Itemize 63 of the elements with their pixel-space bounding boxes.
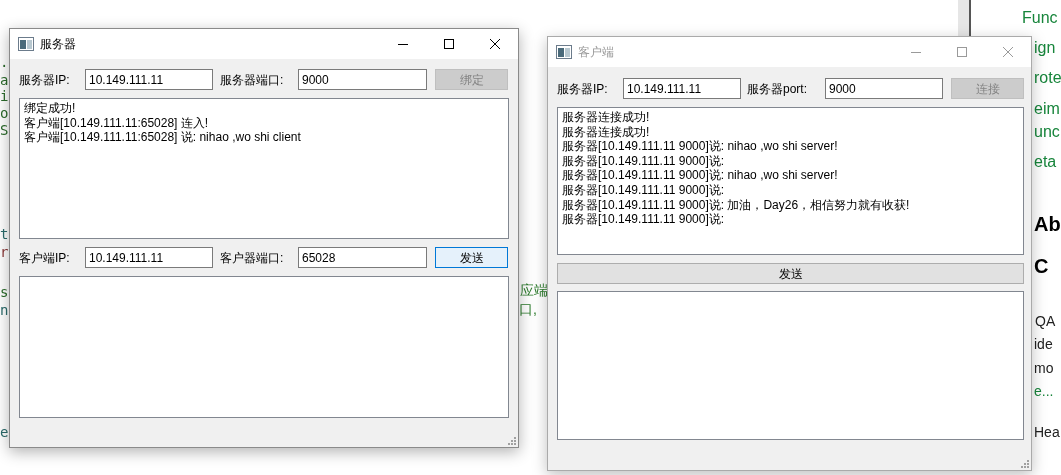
field-label: 客户端IP: xyxy=(19,249,71,267)
message-input[interactable] xyxy=(19,276,509,418)
code-fragment: e xyxy=(0,423,9,442)
window-title: 服务器 xyxy=(40,36,76,53)
code-fragment: r xyxy=(0,243,9,262)
log-line: 服务器[10.149.111.11 9000]说: xyxy=(562,182,726,198)
log-line: 客户端[10.149.111.11:65028] 说: nihao ,wo shi client xyxy=(24,130,302,145)
doc-link[interactable]: Func xyxy=(1022,6,1058,30)
message-input[interactable] xyxy=(557,291,1024,440)
input-field[interactable]: 9000 xyxy=(825,78,943,99)
resize-grip-icon[interactable] xyxy=(1021,460,1029,468)
input-field[interactable]: 9000 xyxy=(298,69,427,90)
log-line: 服务器连接成功! xyxy=(562,124,651,140)
log-line: 服务器连接成功! xyxy=(562,110,651,125)
field-label: 服务器port: xyxy=(747,80,808,98)
doc-heading: C xyxy=(1034,256,1049,276)
log-line: 服务器[10.149.111.11 9000]说: xyxy=(562,153,726,169)
code-fragment: 口, xyxy=(519,300,537,319)
code-fragment: t xyxy=(0,225,9,244)
log-line: 服务器[10.149.111.11 9000]说: nihao ,wo shi server! xyxy=(562,139,839,154)
doc-link[interactable]: ign xyxy=(1034,36,1056,60)
code-fragment: s xyxy=(0,283,9,302)
code-fragment: 应端 xyxy=(520,281,548,300)
doc-text: mo xyxy=(1034,359,1054,378)
resize-grip-icon[interactable] xyxy=(508,437,516,445)
code-fragment: S xyxy=(0,121,9,140)
close-icon[interactable] xyxy=(490,39,500,49)
doc-link[interactable]: eta xyxy=(1034,150,1057,174)
input-field[interactable]: 65028 xyxy=(298,247,427,268)
log-line: 服务器[10.149.111.11 9000]说: 加油，Day26，相信努力就有收获! xyxy=(562,197,911,213)
code-fragment: . xyxy=(0,53,9,72)
doc-heading: Ab xyxy=(1034,214,1061,234)
field-label: 服务器端口: xyxy=(220,71,285,89)
doc-text: ide xyxy=(1034,335,1053,354)
input-field[interactable]: 10.149.111.11 xyxy=(85,69,213,90)
field-label: 客户器端口: xyxy=(220,249,285,267)
maximize-icon[interactable] xyxy=(444,39,454,49)
doc-text: QA xyxy=(1035,312,1056,331)
button[interactable]: 发送 xyxy=(435,247,508,268)
doc-link[interactable]: rote xyxy=(1034,66,1061,90)
button: 绑定 xyxy=(435,69,508,90)
field-label: 服务器IP: xyxy=(557,80,609,98)
doc-text: Hea xyxy=(1034,423,1060,442)
button[interactable]: 发送 xyxy=(557,263,1024,284)
doc-link[interactable]: unc xyxy=(1034,120,1060,144)
code-fragment: a xyxy=(0,71,9,90)
code-fragment: i xyxy=(0,87,9,106)
code-fragment: n xyxy=(0,301,9,320)
input-field[interactable]: 10.149.111.11 xyxy=(623,78,741,99)
app-window-icon xyxy=(18,37,34,51)
log-line: 服务器[10.149.111.11 9000]说: xyxy=(562,212,726,227)
log-line: 客户端[10.149.111.11:65028] 连入! xyxy=(24,115,210,131)
input-field[interactable]: 10.149.111.11 xyxy=(85,247,213,268)
log-line: 绑定成功! xyxy=(24,101,77,116)
scrollbar[interactable] xyxy=(958,0,971,36)
button: 连接 xyxy=(951,78,1024,99)
log-line: 服务器[10.149.111.11 9000]说: nihao ,wo shi server! xyxy=(562,168,839,183)
doc-link[interactable]: e... xyxy=(1034,381,1054,402)
code-fragment: o xyxy=(0,104,9,123)
app-window-icon xyxy=(556,45,572,59)
window-title: 客户端 xyxy=(578,44,614,61)
field-label: 服务器IP: xyxy=(19,71,71,89)
doc-link[interactable]: eim xyxy=(1034,97,1060,121)
